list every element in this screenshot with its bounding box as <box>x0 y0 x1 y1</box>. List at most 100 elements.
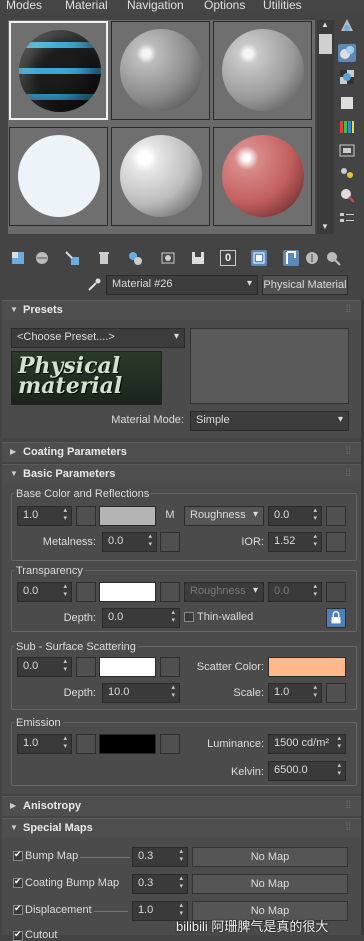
sss-depth-spinner[interactable]: 10.0 <box>102 683 180 703</box>
transparency-weight-spinner[interactable]: 0.0 <box>17 582 72 602</box>
grip-icon: ⁞⁞ <box>345 304 351 315</box>
sss-scale-label: Scale: <box>233 687 264 699</box>
base-weight-map-button[interactable] <box>76 506 96 526</box>
basic-header[interactable]: ▼ Basic Parameters ⁞⁞ <box>2 464 361 484</box>
material-id-channel-icon[interactable] <box>190 250 206 266</box>
transparency-roughness-dropdown[interactable]: Roughness <box>184 582 264 602</box>
sample-slot-3[interactable] <box>213 21 312 120</box>
show-end-result-icon[interactable] <box>283 250 299 266</box>
anisotropy-title: Anisotropy <box>23 800 82 812</box>
transparency-group-label: Transparency <box>14 565 85 577</box>
base-weight-spinner[interactable]: 1.0 <box>17 506 72 526</box>
coating-header[interactable]: ▶ Coating Parameters ⁞⁞ <box>2 442 361 462</box>
transparency-roughness-spinner[interactable]: 0.0 <box>268 582 322 602</box>
go-to-parent-icon[interactable] <box>304 250 320 266</box>
sss-color-map-button[interactable] <box>160 657 180 677</box>
cutout-checkbox[interactable] <box>13 929 23 941</box>
material-name-dropdown[interactable]: Material #26 <box>106 275 258 295</box>
transparency-roughness-map-button[interactable] <box>326 582 346 602</box>
lock-icon[interactable] <box>326 608 346 628</box>
special-maps-header[interactable]: ▼ Special Maps ⁞⁞ <box>2 818 361 838</box>
displacement-checkbox[interactable] <box>13 903 23 915</box>
thin-walled-checkbox[interactable] <box>184 612 194 622</box>
get-material-icon[interactable] <box>10 250 26 266</box>
presets-header[interactable]: ▼ Presets ⁞⁞ <box>2 300 361 320</box>
ior-map-button[interactable] <box>326 532 346 552</box>
kelvin-spinner[interactable]: 6500.0 <box>268 761 346 781</box>
scroll-up-icon[interactable]: ▲ <box>321 20 329 29</box>
options-icon[interactable] <box>338 164 356 182</box>
transparency-color-swatch[interactable] <box>99 582 156 602</box>
base-color-swatch[interactable] <box>99 506 156 526</box>
make-unique-icon[interactable] <box>127 250 143 266</box>
emission-color-swatch[interactable] <box>99 734 156 754</box>
material-preview-sphere <box>120 135 202 217</box>
bump-map-button[interactable]: No Map <box>192 847 348 867</box>
assign-to-selection-icon[interactable] <box>64 250 80 266</box>
choose-preset-dropdown[interactable]: <Choose Preset....> <box>11 328 185 348</box>
coating-bump-map-button[interactable]: No Map <box>192 874 348 894</box>
sample-slot-1[interactable] <box>9 21 108 120</box>
sample-type-icon[interactable] <box>338 16 356 34</box>
sample-slot-6[interactable] <box>213 127 312 226</box>
menu-material[interactable]: Material <box>65 0 108 12</box>
sss-weight-map-button[interactable] <box>76 657 96 677</box>
roughness-spinner[interactable]: 0.0 <box>268 506 322 526</box>
scrollbar-thumb[interactable] <box>319 34 332 54</box>
make-preview-icon[interactable] <box>338 142 356 160</box>
base-color-map-button[interactable]: M <box>160 506 180 526</box>
menu-options[interactable]: Options <box>204 0 245 12</box>
sample-uv-icon[interactable] <box>338 94 356 112</box>
logo-text: Physical material <box>18 353 123 399</box>
bump-map-spinner[interactable]: 0.3 <box>132 847 188 867</box>
sss-color-swatch[interactable] <box>99 657 156 677</box>
select-by-material-icon[interactable] <box>338 186 356 204</box>
eyedropper-icon[interactable] <box>86 277 102 293</box>
delete-icon[interactable] <box>96 250 112 266</box>
coating-bump-map-spinner[interactable]: 0.3 <box>132 874 188 894</box>
scroll-down-icon[interactable]: ▼ <box>321 222 329 231</box>
bump-map-checkbox[interactable] <box>13 849 23 861</box>
metalness-map-button[interactable] <box>160 532 180 552</box>
grip-icon: ⁞⁞ <box>345 822 351 833</box>
put-to-library-icon[interactable] <box>160 250 176 266</box>
sample-slot-4[interactable] <box>9 127 108 226</box>
sss-scale-map-button[interactable] <box>326 683 346 703</box>
sss-scale-spinner[interactable]: 1.0 <box>268 683 322 703</box>
ior-spinner[interactable]: 1.52 <box>268 532 322 552</box>
displacement-label: Displacement <box>25 904 92 916</box>
menu-utilities[interactable]: Utilities <box>263 0 302 12</box>
background-icon[interactable] <box>338 68 356 86</box>
luminance-spinner[interactable]: 1500 cd/m² <box>268 734 346 754</box>
sample-slot-5[interactable] <box>111 127 210 226</box>
emission-color-map-button[interactable] <box>160 734 180 754</box>
backlight-icon[interactable] <box>338 44 356 62</box>
transparency-color-map-button[interactable] <box>160 582 180 602</box>
sss-weight-spinner[interactable]: 0.0 <box>17 657 72 677</box>
coating-bump-map-checkbox[interactable] <box>13 876 23 888</box>
metalness-spinner[interactable]: 0.0 <box>102 532 157 552</box>
material-mode-dropdown[interactable]: Simple <box>190 411 349 431</box>
video-color-check-icon[interactable] <box>338 118 356 136</box>
go-forward-to-sibling-icon[interactable] <box>325 250 341 266</box>
scatter-color-swatch[interactable] <box>268 657 346 677</box>
roughness-mode-dropdown[interactable]: Roughness <box>184 506 264 526</box>
material-id-zero-button[interactable]: 0 <box>220 250 236 266</box>
menu-bar: Modes Material Navigation Options Utilit… <box>0 0 364 14</box>
material-type-button[interactable]: Physical Material <box>262 275 348 295</box>
show-shaded-material-icon[interactable] <box>251 250 267 266</box>
emission-weight-map-button[interactable] <box>76 734 96 754</box>
sample-slot-2[interactable] <box>111 21 210 120</box>
sample-slot-area: ▲ ▼ <box>0 14 364 246</box>
transparency-depth-spinner[interactable]: 0.0 <box>102 608 180 628</box>
menu-navigation[interactable]: Navigation <box>127 0 184 12</box>
roughness-map-button[interactable] <box>326 506 346 526</box>
put-material-to-scene-icon[interactable] <box>34 250 50 266</box>
anisotropy-header[interactable]: ▶ Anisotropy ⁞⁞ <box>2 796 361 816</box>
material-map-navigator-icon[interactable] <box>338 210 356 228</box>
menu-modes[interactable]: Modes <box>6 0 42 12</box>
transparency-weight-map-button[interactable] <box>76 582 96 602</box>
slots-scrollbar[interactable]: ▲ ▼ <box>317 20 334 234</box>
collapse-arrow-icon: ▼ <box>10 305 18 314</box>
emission-weight-spinner[interactable]: 1.0 <box>17 734 72 754</box>
